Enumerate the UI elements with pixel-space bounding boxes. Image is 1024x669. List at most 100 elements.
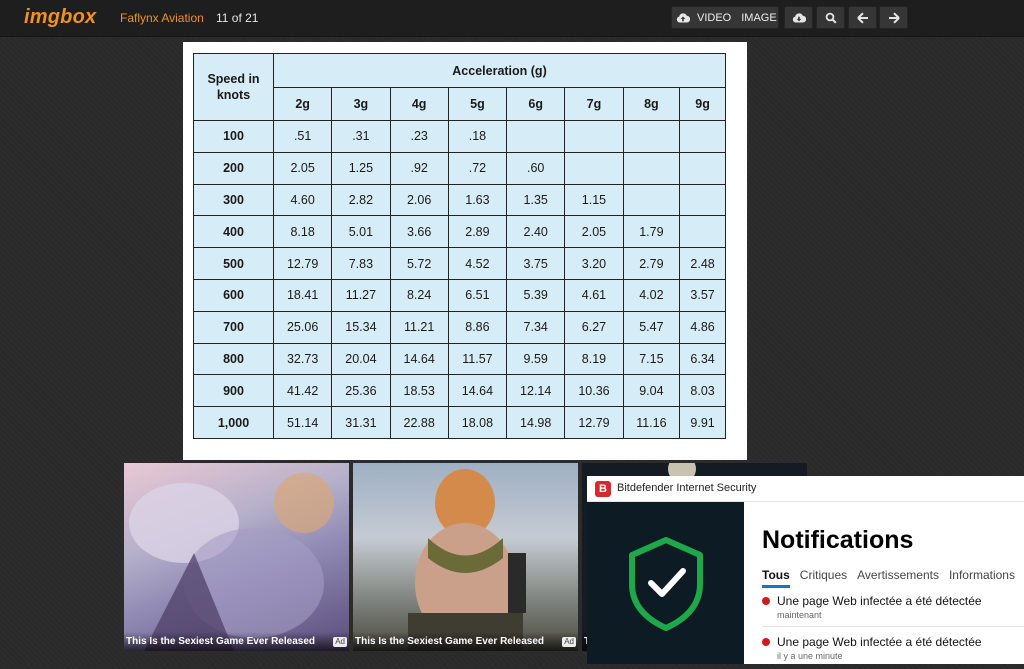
table-row: 400 8.18 5.01 3.66 2.89 2.40 2.05 1.79 [193, 215, 726, 249]
table-row: 300 4.60 2.82 2.06 1.63 1.35 1.15 [193, 183, 726, 217]
video-upload-button[interactable]: VIDEO [697, 12, 731, 24]
table-cell: 2.05 [564, 215, 624, 249]
upload-button-group: VIDEO IMAGE [671, 6, 779, 29]
table-cell: 10.36 [564, 374, 624, 408]
table-cell: 3.57 [679, 278, 726, 312]
table-cell: 1.63 [447, 183, 508, 217]
speed-cell: 900 [193, 374, 274, 408]
table-cell: 4.52 [447, 247, 508, 280]
table-cell: 5.47 [622, 310, 681, 344]
notification-text: Une page Web infectée a été détectée [777, 594, 982, 608]
security-status-panel [587, 502, 744, 664]
ad-badge: Ad [562, 637, 576, 647]
tab-tous[interactable]: Tous [762, 568, 790, 588]
table-cell: 32.73 [272, 342, 333, 376]
table-cell [564, 151, 624, 185]
table-cell: 20.04 [331, 342, 391, 376]
table-row: 200 2.05 1.25.92.72.60 [193, 151, 726, 185]
ad-caption[interactable]: This Is the Sexiest Game Ever Released [353, 632, 578, 651]
critical-dot-icon [762, 638, 770, 646]
acceleration-column-header: 9g [679, 87, 726, 121]
divider [762, 626, 1024, 627]
ad-caption[interactable]: This Is the Sexiest Game Ever Released [124, 632, 349, 651]
image-upload-button[interactable]: IMAGE [741, 12, 776, 24]
table-cell [679, 151, 726, 185]
table-cell: 7.83 [331, 247, 391, 280]
notification-text: Une page Web infectée a été détectée [777, 635, 982, 649]
speed-cell: 500 [193, 247, 274, 280]
speed-cell: 800 [193, 342, 274, 376]
tab-critiques[interactable]: Critiques [800, 568, 847, 588]
table-cell: 2.06 [389, 183, 449, 217]
table-cell: 9.59 [506, 342, 566, 376]
ad-badge: Ad [333, 637, 347, 647]
table-cell: 6.27 [564, 310, 624, 344]
table-cell: 2.82 [331, 183, 391, 217]
table-cell: 14.64 [389, 342, 449, 376]
acceleration-column-header: 5g [447, 87, 508, 121]
table-cell: 5.72 [389, 247, 449, 280]
table-cell: 7.15 [622, 342, 681, 376]
tab-informations[interactable]: Informations [949, 568, 1015, 588]
table-cell: 8.86 [447, 310, 508, 344]
table-cell [622, 120, 681, 153]
acceleration-table: Speed in knots Acceleration (g) 2g 3g 4g 5g… [193, 53, 726, 439]
bitdefender-notification-window: B Bitdefender Internet Security Notifica… [587, 476, 1024, 664]
table-row: 100.51.31.23.18 [193, 120, 726, 153]
speed-cell: 200 [193, 151, 274, 185]
previous-image-button[interactable] [848, 6, 877, 29]
ad-image [129, 473, 334, 651]
table-cell: 18.08 [447, 406, 508, 439]
gallery-title-link[interactable]: Faflynx Aviation [120, 11, 204, 25]
tab-avertissements[interactable]: Avertissements [857, 568, 939, 588]
table-row: 700 25.06 15.34 11.21 8.86 7.34 6.27 5.47 4.86 [193, 310, 726, 344]
table-cell: 11.27 [331, 278, 391, 312]
table-cell [679, 120, 726, 153]
speed-cell: 100 [193, 120, 274, 153]
search-button[interactable] [816, 6, 845, 29]
table-cell: 31.31 [331, 406, 391, 439]
table-cell: 2.48 [679, 247, 726, 280]
speed-cell: 600 [193, 278, 274, 312]
table-cell: 11.21 [389, 310, 449, 344]
table-cell: 11.57 [447, 342, 508, 376]
acceleration-column-header: 2g [272, 87, 333, 121]
table-row: 600 18.41 11.27 8.24 6.51 5.39 4.61 4.02 3.57 [193, 278, 726, 312]
speed-cell: 400 [193, 215, 274, 249]
table-cell: 9.04 [622, 374, 681, 408]
table-cell [622, 183, 681, 217]
table-cell [506, 120, 566, 153]
site-logo[interactable]: imgbox [24, 6, 96, 29]
next-image-button[interactable] [879, 6, 908, 29]
table-cell: 1.79 [622, 215, 681, 249]
notification-time: maintenant [777, 610, 822, 620]
notification-tabs: Tous Critiques Avertissements Informatio… [762, 568, 1024, 588]
table-cell: 3.66 [389, 215, 449, 249]
table-row: 900 41.42 25.36 18.53 14.64 12.14 10.36 9.04 8.0… [193, 374, 726, 408]
speed-column-header: Speed in knots [193, 53, 274, 121]
download-button[interactable] [784, 6, 813, 29]
table-cell: 1.15 [564, 183, 624, 217]
critical-dot-icon [762, 597, 770, 605]
acceleration-column-header: 3g [331, 87, 391, 121]
arrow-left-icon [856, 11, 869, 24]
cloud-upload-icon[interactable] [672, 12, 694, 24]
table-cell [564, 120, 624, 153]
table-cell: 5.01 [331, 215, 391, 249]
notification-time: il y a une minute [777, 651, 843, 661]
top-bar: imgbox Faflynx Aviation 11 of 21 VIDEO I… [0, 0, 1024, 37]
notifications-heading: Notifications [762, 526, 914, 554]
acceleration-column-header: 4g [389, 87, 449, 121]
ad-tile[interactable]: This Is the Sexiest Game Ever Released A… [353, 463, 578, 651]
speed-cell: 700 [193, 310, 274, 344]
table-cell: 4.61 [564, 278, 624, 312]
table-cell: 22.88 [389, 406, 449, 439]
table-cell: 9.91 [679, 406, 726, 439]
table-cell [679, 215, 726, 249]
main-image[interactable]: Speed in knots Acceleration (g) 2g 3g 4g 5g… [183, 42, 747, 460]
table-row: 1,000 51.14 31.31 22.88 18.08 14.98 12.79 11.16… [193, 406, 726, 439]
shield-check-icon [629, 537, 703, 631]
table-cell: 2.40 [506, 215, 566, 249]
ad-tile[interactable]: This Is the Sexiest Game Ever Released A… [124, 463, 349, 651]
table-cell: 8.18 [272, 215, 333, 249]
